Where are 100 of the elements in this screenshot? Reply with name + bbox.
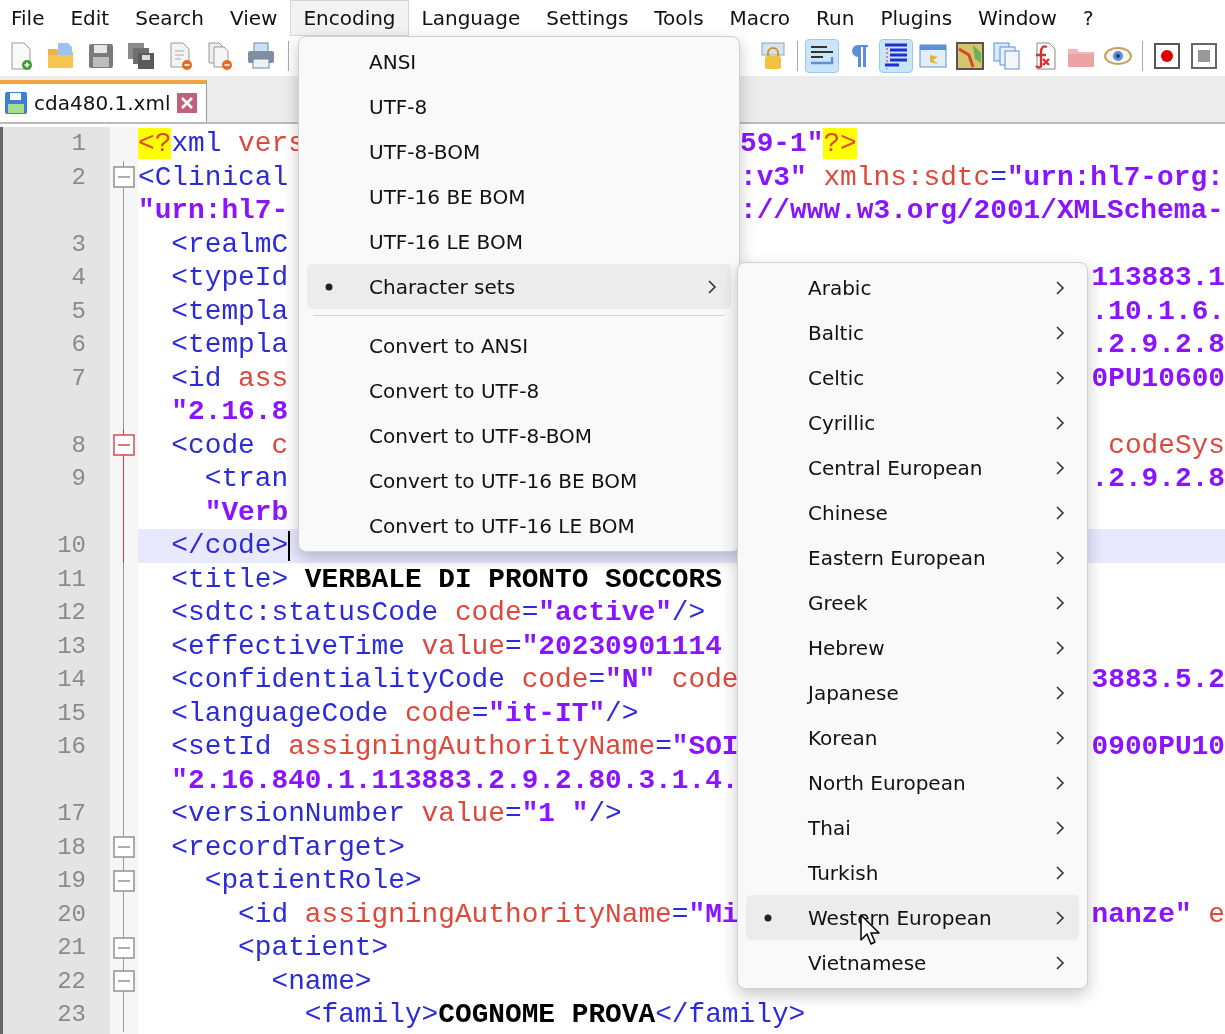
chevron-right-icon [1055, 504, 1065, 521]
chevron-right-icon [1055, 729, 1065, 746]
line-number: 8 [71, 431, 86, 459]
menu-item[interactable]: Convert to UTF-16 BE BOM [307, 458, 731, 503]
code-text: <realmC [170, 228, 289, 260]
indent-icon[interactable] [879, 39, 913, 73]
code-text: <setId assigningAuthorityName="SOI [170, 731, 739, 763]
line-number: 10 [57, 532, 86, 560]
menu-item[interactable]: ANSI [307, 39, 731, 84]
menu-bar-item[interactable]: Macro [716, 0, 804, 36]
fold-minus-icon[interactable] [113, 836, 135, 859]
chevron-right-icon [707, 278, 717, 295]
menu-bar-item[interactable]: File [0, 0, 58, 36]
code-text: <family>COGNOME PROVA</family> [303, 999, 806, 1031]
line-number: 4 [71, 264, 86, 292]
chevron-right-icon [1055, 639, 1065, 656]
code-text: .10.1.6. [1091, 295, 1225, 327]
fold-minus-icon[interactable] [113, 434, 135, 457]
menu-item[interactable]: Arabic [746, 265, 1079, 310]
wrap-icon[interactable] [805, 39, 839, 73]
code-text: <languageCode code="it-IT"/> [170, 697, 639, 729]
line-number: 6 [71, 331, 86, 359]
menu-item[interactable]: Convert to ANSI [307, 323, 731, 368]
line-number: 23 [57, 1001, 86, 1029]
menu-item[interactable]: UTF-8 [307, 84, 731, 129]
menu-item[interactable]: Baltic [746, 310, 1079, 355]
menu-bar-item[interactable]: View [216, 0, 291, 36]
chevron-right-icon [1055, 864, 1065, 881]
menu-item[interactable]: Vietnamese [746, 940, 1079, 985]
code-text: <id ass [170, 362, 289, 394]
code-text: 3883.5.2 [1091, 664, 1225, 696]
code-text: 0900PU10 [1091, 731, 1225, 763]
code-text: <templa [170, 329, 289, 361]
chevron-right-icon [1055, 684, 1065, 701]
menu-item[interactable]: UTF-16 BE BOM [307, 174, 731, 219]
menu-bar-item[interactable]: Run [803, 0, 868, 36]
close-icon[interactable] [176, 92, 199, 114]
menu-item[interactable]: Chinese [746, 490, 1079, 535]
code-text: <name> [270, 965, 372, 997]
code-text: <patient> [237, 932, 389, 964]
code-text: <Clinical [138, 161, 289, 193]
code-text: 0PU10600 [1091, 362, 1225, 394]
fold-minus-icon[interactable] [113, 869, 135, 892]
map-icon[interactable] [953, 39, 987, 73]
menu-item[interactable]: Eastern European [746, 535, 1079, 580]
line-number: 9 [71, 465, 86, 493]
chevron-right-icon [1055, 459, 1065, 476]
chevron-right-icon [1055, 279, 1065, 296]
line-number: 17 [57, 800, 86, 828]
menu-bar-item[interactable]: Window [965, 0, 1070, 36]
menu-bar-item[interactable]: Settings [533, 0, 642, 36]
code-text: <effectiveTime value="20230901114 [170, 630, 722, 662]
menu-item[interactable]: UTF-16 LE BOM [307, 219, 731, 264]
code-text: <tran [203, 463, 289, 495]
menu-item[interactable]: UTF-8-BOM [307, 129, 731, 174]
menu-bar-item[interactable]: Encoding [290, 0, 409, 36]
menu-item[interactable]: Korean [746, 715, 1079, 760]
menu-bar-item[interactable]: Language [408, 0, 534, 36]
code-text: <title> VERBALE DI PRONTO SOCCORS [170, 563, 722, 595]
chevron-right-icon [1055, 909, 1065, 926]
line-number: 3 [71, 230, 86, 258]
menu-item[interactable]: Cyrillic [746, 400, 1079, 445]
line-number: 14 [57, 666, 86, 694]
line-number: 22 [57, 967, 86, 995]
menu-item[interactable]: Turkish [746, 850, 1079, 895]
code-text: :v3" xmlns:sdtc="urn:hl7-org: [740, 161, 1224, 193]
file-tab[interactable]: cda480.1.xml [0, 80, 208, 122]
fold-minus-icon[interactable] [113, 166, 135, 189]
menu-item[interactable]: Central European [746, 445, 1079, 490]
menu-bar-item[interactable]: Search [122, 0, 217, 36]
menu-item[interactable]: North European [746, 760, 1079, 805]
fold-minus-icon[interactable] [113, 970, 135, 993]
menu-item[interactable]: Japanese [746, 670, 1079, 715]
menu-item[interactable]: Celtic [746, 355, 1079, 400]
menu-item[interactable]: Thai [746, 805, 1079, 850]
menu-bar-item[interactable]: Tools [641, 0, 717, 36]
menu-item[interactable]: Convert to UTF-8-BOM [307, 413, 731, 458]
chevron-right-icon [1055, 369, 1065, 386]
fold-minus-icon[interactable] [113, 936, 135, 959]
menu-item[interactable]: Hebrew [746, 625, 1079, 670]
menu-item[interactable]: Convert to UTF-16 LE BOM [307, 503, 731, 548]
menu-item[interactable]: Western European [746, 895, 1079, 940]
line-number: 13 [57, 632, 86, 660]
line-number: 12 [57, 599, 86, 627]
menu-bar-item[interactable]: ? [1069, 0, 1107, 36]
menu-bar-item[interactable]: Plugins [867, 0, 966, 36]
menu-item[interactable]: Convert to UTF-8 [307, 368, 731, 413]
line-number: 11 [57, 565, 86, 593]
line-number: 19 [57, 867, 86, 895]
chevron-right-icon [1055, 594, 1065, 611]
menu-item[interactable]: Greek [746, 580, 1079, 625]
menu-item[interactable]: Character sets [307, 264, 731, 309]
code-text: 113883.1 [1091, 262, 1225, 294]
code-text: <confidentialityCode code="N" code [170, 664, 739, 696]
code-text: 59-1"?> [740, 128, 857, 160]
code-text: <versionNumber value="1 "/> [170, 798, 622, 830]
code-text: "Verb [203, 496, 289, 528]
code-text: <code c [170, 429, 289, 461]
menu-bar-item[interactable]: Edit [57, 0, 123, 36]
line-number: 21 [57, 934, 86, 962]
